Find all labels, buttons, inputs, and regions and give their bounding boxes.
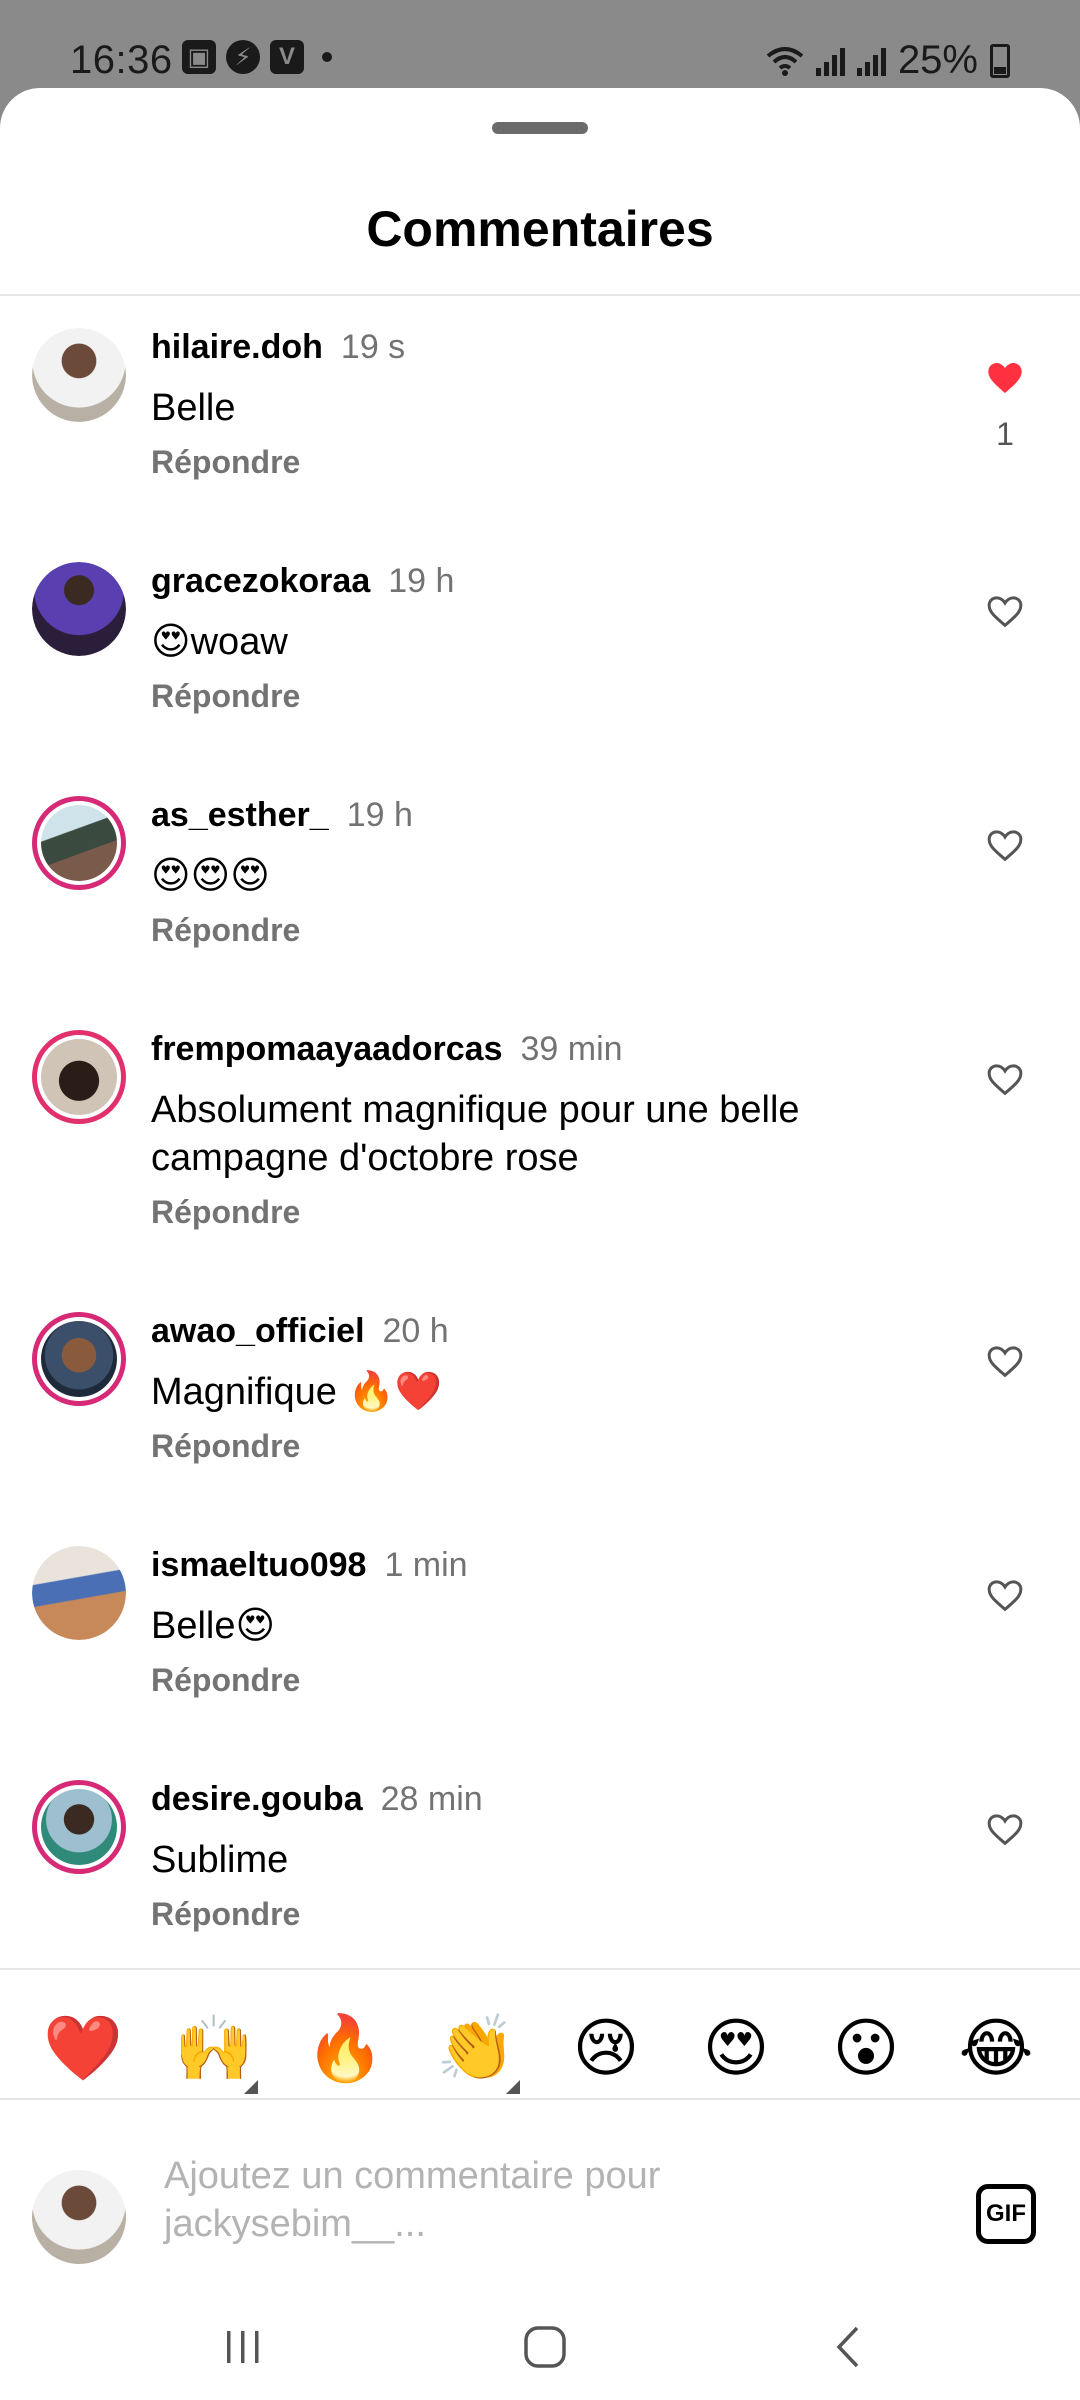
emoji-raising-hands-button[interactable]: 🙌 [174,2008,258,2094]
reply-button[interactable]: Répondre [151,1896,300,1933]
comment-username[interactable]: hilaire.doh 19 s [151,328,405,367]
drag-handle[interactable] [492,122,588,134]
comment-time: 20 h [382,1312,449,1350]
notification-icons: ▣ ⚡ V [182,40,332,74]
avatar[interactable] [32,1546,126,1640]
comment-text: 😍😍😍 [151,855,270,897]
heart-outline-icon[interactable] [985,1810,1025,1850]
comment-text: Magnifique 🔥❤️ [151,1371,443,1413]
status-time: 16:36 [70,38,173,82]
comment-username[interactable]: ismaeltuo098 1 min [151,1546,468,1585]
home-button[interactable] [505,2312,585,2382]
avatar-with-story-ring[interactable] [32,1312,126,1406]
reply-button[interactable]: Répondre [151,1194,300,1231]
sheet-title: Commentaires [366,201,714,257]
wifi-icon [766,46,804,76]
comment-time: 19 h [346,796,413,834]
status-bar: 16:36 ▣ ⚡ V 25% [0,0,1080,88]
reactions-divider [0,1968,1080,1970]
back-icon [836,2326,859,2368]
quick-reaction-bar: ❤️ 🙌 🔥 👏 😢 😍 😮 😂 [0,1988,1080,2108]
heart-outline-icon[interactable] [985,1576,1025,1616]
comment-username[interactable]: desire.gouba 28 min [151,1780,483,1819]
heart-outline-icon[interactable] [985,826,1025,866]
emoji-clapping-button[interactable]: 👏 [436,2008,520,2094]
comments-sheet: Commentaires hilaire.doh 19 s Belle Répon… [0,88,1080,2400]
emoji-laughing-button[interactable]: 😂 [956,2008,1036,2088]
battery-icon [990,43,1010,78]
emoji-crying-button[interactable]: 😢 [566,2008,646,2088]
emoji-surprised-button[interactable]: 😮 [826,2008,906,2088]
comment-username[interactable]: frempomaayaadorcas 39 min [151,1030,623,1069]
back-button[interactable] [808,2312,888,2382]
recent-apps-button[interactable] [203,2312,283,2382]
skin-tone-indicator [244,2080,258,2094]
battery-level: 25% [897,38,978,82]
reply-button[interactable]: Répondre [151,444,300,481]
comment-time: 1 min [384,1546,468,1584]
dot-icon [322,52,332,62]
avatar[interactable] [32,562,126,656]
like-count: 1 [996,416,1014,452]
emoji-heart-eyes-button[interactable]: 😍 [696,2008,776,2088]
avatar[interactable] [32,328,126,422]
avatar-with-story-ring[interactable] [32,1780,126,1874]
signal-icon [856,46,886,76]
heart-outline-icon[interactable] [985,592,1025,632]
comment-text: Belle [151,387,236,429]
emoji-fire-button[interactable]: 🔥 [305,2008,385,2088]
heart-outline-icon[interactable] [985,1342,1025,1382]
emoji-heart-button[interactable]: ❤️ [43,2008,123,2088]
comment-time: 28 min [380,1780,483,1818]
avatar-with-story-ring[interactable] [32,796,126,890]
comment-username[interactable]: awao_officiel 20 h [151,1312,449,1351]
heart-filled-icon[interactable] [985,358,1025,398]
comment-text: Absolument magnifique pour une belle cam… [151,1089,800,1179]
gif-button[interactable]: GIF [976,2184,1036,2244]
avatar-with-story-ring[interactable] [32,1030,126,1124]
comment-time: 19 h [388,562,455,600]
comment-username[interactable]: gracezokoraa 19 h [151,562,454,601]
gallery-icon: ▣ [182,40,216,74]
signal-icon [815,46,845,76]
my-avatar [32,2170,126,2264]
emoji-clapping: 👏 [436,2012,516,2084]
reply-button[interactable]: Répondre [151,1428,300,1465]
reply-button[interactable]: Répondre [151,912,300,949]
heart-outline-icon[interactable] [985,1060,1025,1100]
home-icon [524,2326,566,2368]
skin-tone-indicator [506,2080,520,2094]
comment-text: 😍woaw [151,621,288,663]
comment-text: Belle😍 [151,1605,276,1647]
comment-text: Sublime [151,1839,289,1881]
comment-composer: Ajoutez un commentaire pour jackysebim__… [0,2098,1080,2264]
comment-time: 19 s [340,328,406,366]
emoji-raising-hands: 🙌 [174,2012,254,2084]
header-divider [0,294,1080,296]
comment-time: 39 min [520,1030,623,1068]
system-nav-bar [0,2300,1080,2400]
comment-username[interactable]: as_esther_ 19 h [151,796,413,835]
reply-button[interactable]: Répondre [151,1662,300,1699]
v-app-icon: V [270,40,304,74]
reply-button[interactable]: Répondre [151,678,300,715]
system-icons: 25% [766,38,1010,83]
messenger-icon: ⚡ [226,40,260,74]
comment-input[interactable]: Ajoutez un commentaire pour jackysebim__… [164,2152,804,2248]
recent-apps-icon [227,2331,259,2363]
